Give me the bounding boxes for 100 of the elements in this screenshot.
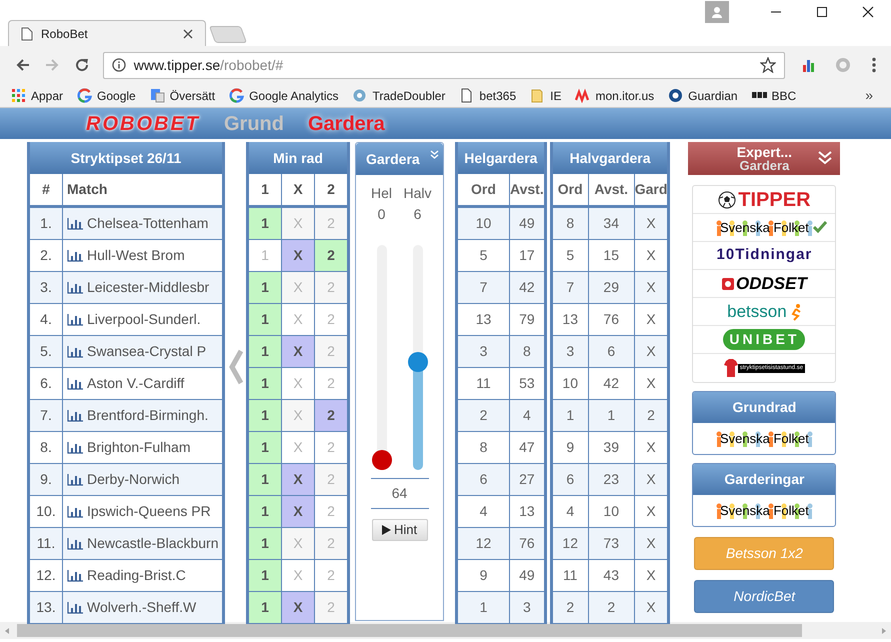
table-cell-text: 76 <box>518 534 536 553</box>
bookmark-item[interactable]: TradeDoubler <box>352 86 446 104</box>
source-item[interactable]: TIPPER <box>693 186 836 214</box>
scrollbar-thumb[interactable] <box>17 624 802 637</box>
table-cell-text: X <box>645 502 657 521</box>
table-cell: 15 <box>588 240 635 271</box>
table-cell-text: X <box>645 278 657 297</box>
forward-arrow-icon <box>44 57 60 73</box>
match-link[interactable]: Swansea-Crystal P <box>87 341 206 362</box>
match-link[interactable]: Reading-Brist.C <box>87 565 186 586</box>
match-link[interactable]: Hull-West Brom <box>87 245 185 266</box>
bookmark-item[interactable]: Guardian <box>668 86 738 104</box>
slider-value: 6 <box>412 205 422 224</box>
match-link[interactable]: Ipswich-Queens PR <box>87 501 211 522</box>
pick-cell[interactable]: 1 <box>249 496 282 527</box>
slider-track[interactable] <box>372 245 392 470</box>
match-link[interactable]: Newcastle-Blackburn <box>87 533 218 554</box>
close-icon <box>183 28 193 38</box>
reload-icon <box>74 57 90 73</box>
expert-header[interactable]: Expert... Gardera <box>688 142 840 175</box>
pick-cell[interactable]: X <box>282 240 315 271</box>
source-item[interactable]: 10Tidningar <box>693 242 836 270</box>
match-link[interactable]: Wolverh.-Sheff.W <box>87 597 196 618</box>
more-bookmarks-button[interactable]: » <box>865 85 873 106</box>
bookmark-item[interactable]: Google <box>77 86 136 104</box>
pick-cell[interactable]: 2 <box>315 400 347 431</box>
table-cell: 11 <box>458 368 510 399</box>
bookmark-item[interactable]: BBC <box>752 86 796 104</box>
panel-title: Expert... <box>736 146 792 158</box>
table-cell: 13 <box>552 304 589 335</box>
address-bar[interactable]: www.tipper.se/robobet/# <box>102 52 785 78</box>
table-cell-text: 8 <box>522 342 532 361</box>
table-cell: 4. <box>30 304 63 335</box>
site-button[interactable]: NordicBet <box>694 580 834 613</box>
scroll-left-icon <box>3 626 11 634</box>
match-link[interactable]: Chelsea-Tottenham <box>87 213 208 234</box>
source-item[interactable]: UNIBET <box>693 326 836 354</box>
pick-cell[interactable]: X <box>282 464 315 495</box>
pick-cell[interactable]: 1 <box>249 368 282 399</box>
table-cell: 29 <box>588 272 635 303</box>
source-logo: betsson <box>727 300 787 323</box>
bar-chart-icon <box>67 250 83 262</box>
source-item[interactable]: betsson <box>693 298 836 326</box>
match-link[interactable]: Aston V.-Cardiff <box>87 373 184 394</box>
pick-cell[interactable]: 1 <box>249 432 282 463</box>
match-link[interactable]: Leicester-Middlesbr <box>87 277 210 298</box>
match-link[interactable]: Derby-Norwich <box>87 469 180 490</box>
table-cell-text: X <box>645 534 657 553</box>
chevron-left-icon <box>228 349 242 385</box>
source-logo: TIPPER <box>738 188 811 212</box>
match-link[interactable]: Brighton-Fulham <box>87 437 190 458</box>
pick-cell[interactable]: 1 <box>249 304 282 335</box>
pick-cell[interactable]: 1 <box>249 208 282 239</box>
source-logo: 10Tidningar <box>716 245 812 266</box>
panel-title: Helgardera <box>458 142 544 174</box>
match-link[interactable]: Liverpool-Sunderl. <box>87 309 201 330</box>
pick-cell[interactable]: X <box>282 336 315 367</box>
browser-tab[interactable]: RoboBet <box>8 20 206 46</box>
pick-cell[interactable]: 1 <box>249 400 282 431</box>
table-cell-text: 3 <box>522 598 532 617</box>
pick-cell[interactable]: 1 <box>249 272 282 303</box>
pick-cell[interactable]: 1 <box>249 592 282 623</box>
slider-thumb[interactable] <box>408 352 428 372</box>
table-cell-text: X <box>645 470 657 489</box>
slider-thumb[interactable] <box>372 450 392 470</box>
pick-cell[interactable]: 1 <box>249 336 282 367</box>
bookmark-item[interactable]: bet365 <box>459 86 516 104</box>
pick-cell[interactable]: 1 <box>249 464 282 495</box>
translate-icon <box>150 88 165 103</box>
bar-chart-icon <box>67 474 83 486</box>
bookmark-item[interactable]: IE <box>530 86 562 104</box>
pick-cell[interactable]: 2 <box>315 240 347 271</box>
table-cell: 8 <box>552 208 589 239</box>
hint-button[interactable]: Hint <box>372 519 428 541</box>
match-link[interactable]: Brentford-Birmingh. <box>87 405 208 426</box>
table-cell: 2 <box>552 592 589 623</box>
bookmark-item[interactable]: Appar <box>11 86 64 104</box>
star-icon <box>760 57 776 73</box>
bookmark-item[interactable]: Google Analytics <box>229 86 338 104</box>
folder-icon <box>530 88 546 103</box>
column-header: Ord <box>552 174 589 205</box>
table-cell: 3. <box>30 272 63 303</box>
shirt-icon <box>724 359 738 377</box>
table-cell: 1 <box>458 592 510 623</box>
table-cell: 13. <box>30 592 63 623</box>
ball-icon <box>718 190 736 208</box>
source-item[interactable]: ODDSET <box>693 270 836 298</box>
table-cell-text: 53 <box>518 374 536 393</box>
source-logo: UNIBET <box>723 329 806 350</box>
pick-cell[interactable]: X <box>282 592 315 623</box>
column-header: 1 <box>249 174 282 205</box>
pick-cell[interactable]: 1 <box>249 528 282 559</box>
slider-track[interactable] <box>408 245 428 470</box>
bar-chart-icon <box>67 410 83 422</box>
bookmark-item[interactable]: mon.itor.us <box>575 86 654 104</box>
pick-cell[interactable]: 1 <box>249 560 282 591</box>
pick-cell[interactable]: X <box>282 496 315 527</box>
play-icon <box>382 525 391 535</box>
bookmark-item[interactable]: Översätt <box>150 86 216 104</box>
bar-chart-icon <box>67 282 83 294</box>
